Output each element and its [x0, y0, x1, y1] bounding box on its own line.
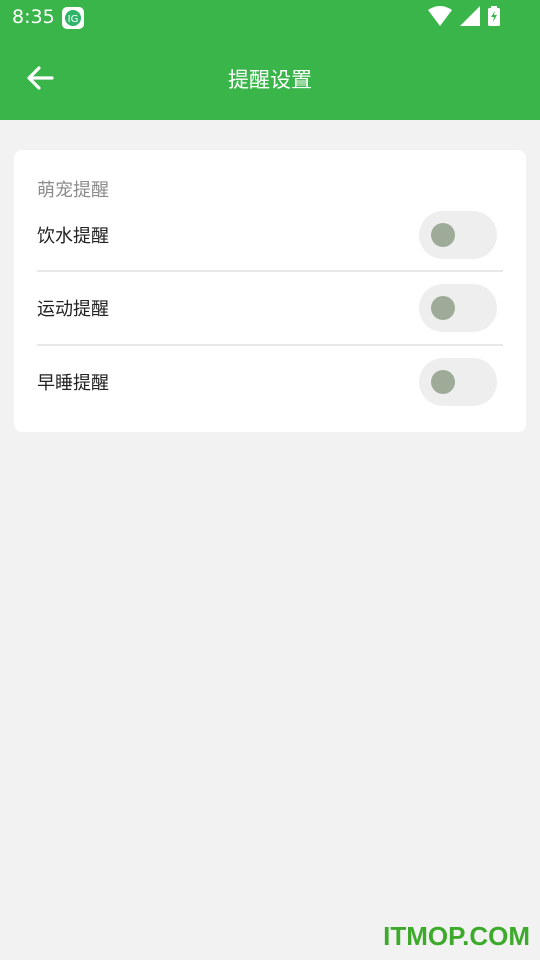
reminder-card: 萌宠提醒 饮水提醒 运动提醒 早睡提醒: [14, 150, 526, 432]
watermark: ITMOP.COM: [383, 921, 530, 951]
wifi-icon: [428, 6, 452, 30]
drink-water-toggle[interactable]: [419, 211, 497, 259]
early-sleep-toggle[interactable]: [419, 358, 497, 406]
toggle-knob: [431, 370, 455, 394]
divider: [37, 270, 503, 272]
status-bar: 8:35 IG: [0, 0, 540, 36]
toggle-knob: [431, 223, 455, 247]
app-bar: 提醒设置: [0, 36, 540, 120]
reminder-row-early-sleep: 早睡提醒: [37, 351, 503, 413]
reminder-label: 早睡提醒: [37, 373, 109, 394]
page-title: 提醒设置: [228, 68, 312, 92]
toggle-knob: [431, 296, 455, 320]
reminder-label: 运动提醒: [37, 299, 109, 320]
status-icons: [428, 6, 500, 30]
svg-text:IG: IG: [68, 14, 79, 25]
app-notification-icon: IG: [62, 7, 84, 29]
divider: [37, 344, 503, 346]
reminder-row-exercise: 运动提醒: [37, 277, 503, 339]
battery-charging-icon: [488, 6, 500, 30]
reminder-label: 饮水提醒: [37, 226, 109, 247]
exercise-toggle[interactable]: [419, 284, 497, 332]
signal-icon: [460, 6, 480, 30]
section-title: 萌宠提醒: [37, 180, 109, 201]
reminder-row-drink-water: 饮水提醒: [37, 204, 503, 266]
status-time: 8:35: [12, 6, 55, 28]
